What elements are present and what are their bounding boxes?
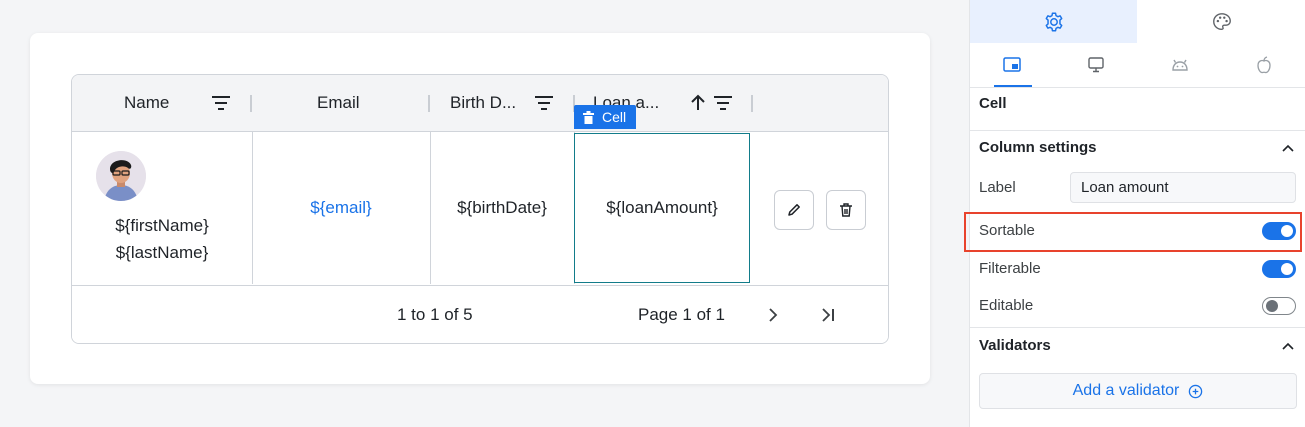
tab-settings[interactable] — [970, 0, 1137, 43]
chevron-right-icon[interactable] — [766, 307, 780, 323]
plus-circle-icon — [1189, 384, 1203, 398]
chevron-up-icon[interactable] — [1281, 143, 1295, 153]
email-link[interactable]: ${email} — [310, 198, 371, 218]
filterable-toggle[interactable] — [1262, 260, 1296, 278]
column-header-name[interactable]: Name — [72, 75, 252, 131]
data-table: Name Email Birth D... Loan a... ${firstN… — [71, 74, 889, 344]
cell-birth-date[interactable]: ${birthDate} — [430, 132, 575, 284]
cell-email[interactable]: ${email} — [252, 132, 431, 284]
row-range: 1 to 1 of 5 — [397, 305, 473, 324]
section-title-validators[interactable]: Validators — [979, 337, 1051, 354]
last-name: ${lastName} — [115, 243, 209, 262]
first-name: ${firstName} — [115, 216, 209, 235]
tab-android[interactable] — [1138, 43, 1222, 87]
edit-button[interactable] — [774, 190, 814, 230]
column-header-email[interactable]: Email — [252, 75, 430, 131]
cell-name[interactable]: ${firstName} ${lastName} — [72, 132, 253, 284]
column-header-birth-date[interactable]: Birth D... — [430, 75, 575, 131]
column-header-label: Birth D... — [450, 93, 517, 112]
chevron-up-icon[interactable] — [1281, 341, 1295, 351]
birth-date-value: ${birthDate} — [457, 198, 547, 217]
delete-button[interactable] — [826, 190, 866, 230]
trash-icon — [840, 203, 852, 217]
divider — [970, 327, 1305, 328]
cell-badge-label: Cell — [602, 109, 627, 125]
monitor-icon — [1088, 57, 1104, 73]
tab-layout[interactable] — [970, 43, 1054, 87]
highlight-box — [964, 212, 1302, 252]
section-title-column-settings[interactable]: Column settings — [979, 139, 1097, 156]
device-tabs — [970, 43, 1305, 88]
editable-toggle[interactable] — [1262, 297, 1296, 315]
table-footer: 1 to 1 of 5 Page 1 of 1 — [72, 285, 888, 343]
avatar — [96, 151, 146, 201]
tab-desktop[interactable] — [1054, 43, 1138, 87]
table-header: Name Email Birth D... Loan a... — [72, 75, 888, 132]
desktop-layout-icon — [1003, 57, 1021, 72]
tab-ios[interactable] — [1222, 43, 1305, 87]
column-header-label: Email — [317, 93, 360, 112]
cell-loan-amount-selected[interactable]: ${loanAmount} — [574, 133, 750, 283]
properties-panel: Cell Column settings Label Loan amount S… — [964, 0, 1305, 427]
section-title-cell: Cell — [979, 95, 1007, 112]
filterable-label: Filterable — [979, 260, 1041, 277]
editable-label: Editable — [979, 297, 1034, 314]
loan-amount-value: ${loanAmount} — [606, 198, 718, 217]
arrow-up-icon[interactable] — [690, 94, 706, 111]
add-validator-label: Add a validator — [1072, 382, 1180, 399]
label-field-label: Label — [979, 179, 1016, 196]
pencil-icon — [788, 204, 800, 216]
label-input[interactable]: Loan amount — [1070, 172, 1296, 203]
last-page-icon[interactable] — [820, 307, 836, 323]
page-indicator: Page 1 of 1 — [638, 305, 725, 324]
full-name: ${firstName} ${lastName} — [72, 212, 252, 266]
android-icon — [1172, 59, 1188, 71]
filter-icon[interactable] — [535, 95, 553, 111]
apple-icon — [1257, 56, 1271, 74]
filter-icon[interactable] — [714, 95, 732, 111]
column-resize-handle[interactable] — [751, 95, 753, 112]
canvas-card: Name Email Birth D... Loan a... ${firstN… — [30, 33, 930, 384]
column-header-label: Name — [124, 93, 170, 112]
trash-icon[interactable] — [582, 110, 595, 124]
add-validator-button[interactable]: Add a validator — [979, 373, 1297, 409]
divider — [970, 130, 1305, 131]
filter-icon[interactable] — [212, 95, 230, 111]
palette-icon — [1212, 12, 1231, 30]
cell-selection-badge[interactable]: Cell — [574, 105, 636, 129]
settings-gear-icon — [1045, 12, 1062, 31]
tab-style[interactable] — [1137, 0, 1305, 43]
active-tab-indicator — [994, 85, 1032, 87]
